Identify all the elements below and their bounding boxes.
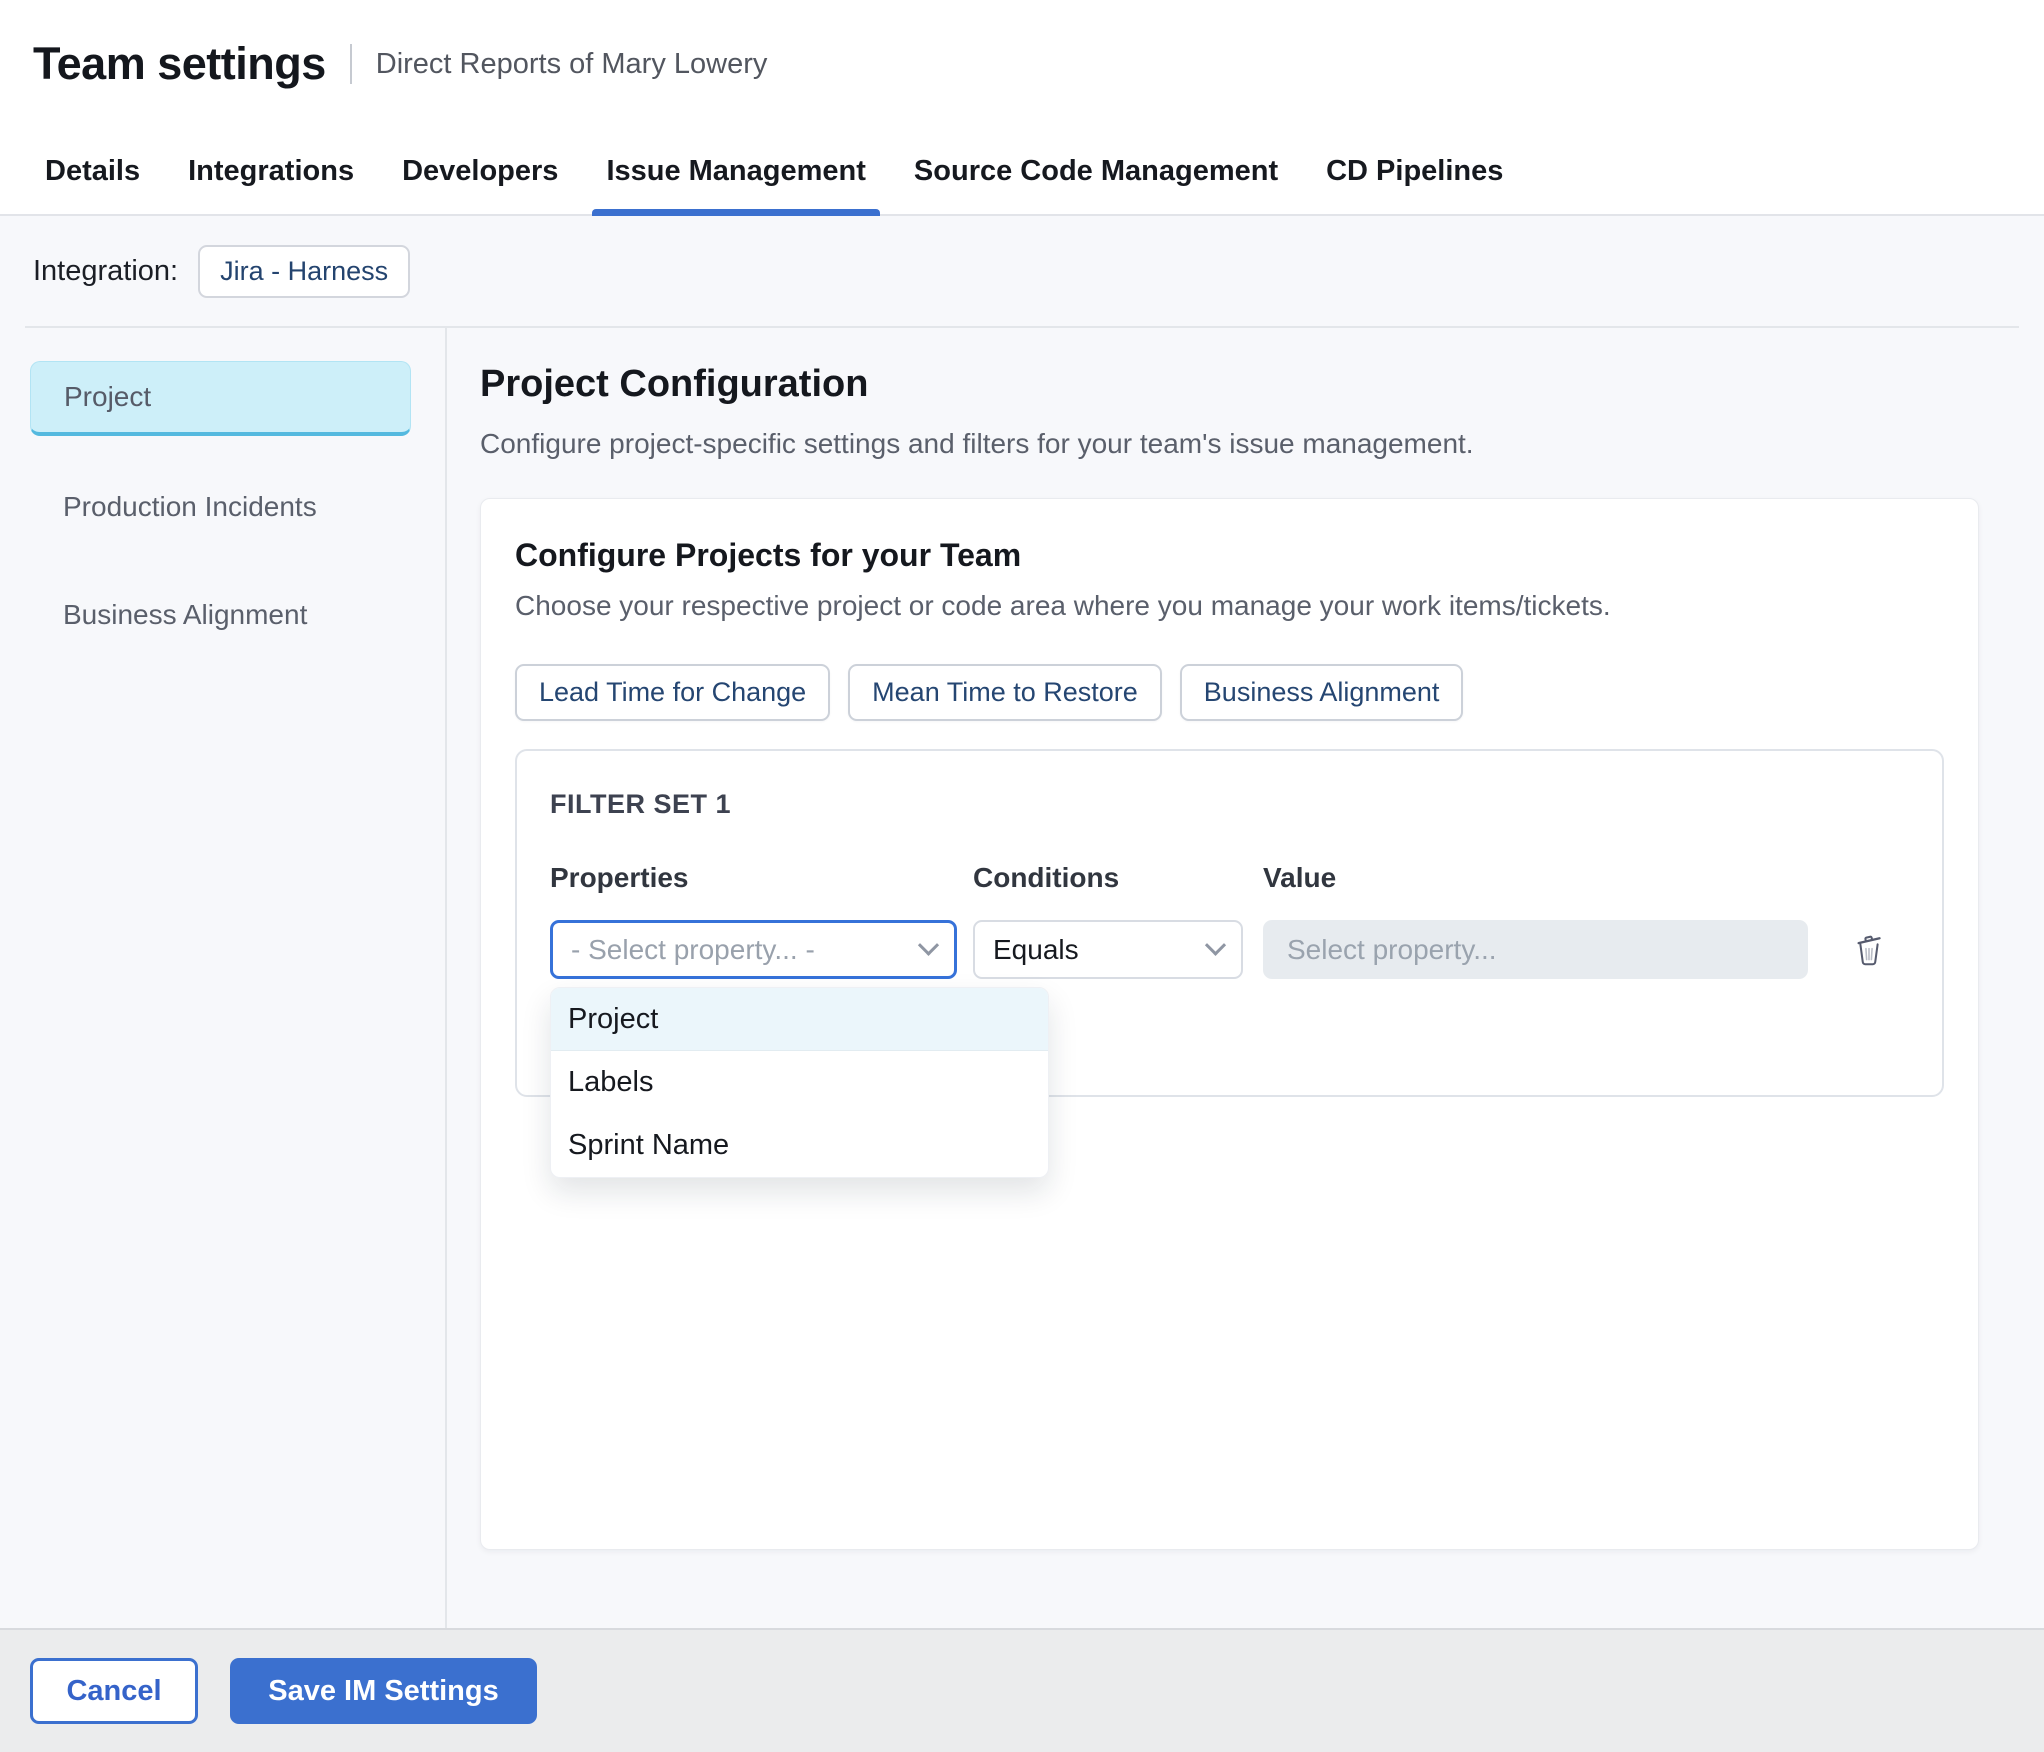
tab-developers[interactable]: Developers: [402, 128, 558, 214]
dropdown-option-labels[interactable]: Labels: [551, 1051, 1048, 1114]
integration-chip[interactable]: Jira - Harness: [198, 244, 411, 298]
value-input[interactable]: [1263, 920, 1808, 979]
footer-action-bar: Cancel Save IM Settings: [0, 1628, 2044, 1752]
tab-issue-management[interactable]: Issue Management: [592, 128, 881, 216]
filter-column-headers: Properties Conditions Value: [550, 862, 1909, 894]
page-subtitle: Direct Reports of Mary Lowery: [375, 47, 768, 80]
title-separator: [349, 44, 352, 84]
cancel-button[interactable]: Cancel: [30, 1658, 198, 1724]
chevron-down-icon: [917, 934, 940, 956]
condition-select-value: Equals: [993, 933, 1079, 965]
card-title: Configure Projects for your Team: [515, 537, 1022, 573]
filter-set-title: FILTER SET 1: [550, 789, 732, 819]
chip-business-alignment[interactable]: Business Alignment: [1179, 664, 1464, 721]
integration-row: Integration: Jira - Harness: [0, 216, 2044, 326]
section-description: Configure project-specific settings and …: [480, 428, 1474, 459]
tab-bar: Details Integrations Developers Issue Ma…: [0, 128, 2044, 216]
conditions-column-header: Conditions: [973, 862, 1120, 893]
tab-cd-pipelines[interactable]: CD Pipelines: [1326, 128, 1503, 214]
condition-select[interactable]: Equals: [973, 920, 1243, 979]
tab-source-code-management[interactable]: Source Code Management: [914, 128, 1278, 214]
dropdown-option-sprint-name[interactable]: Sprint Name: [551, 1114, 1048, 1177]
tab-details[interactable]: Details: [45, 128, 140, 214]
chevron-down-icon: [1204, 934, 1227, 956]
properties-column-header: Properties: [550, 862, 689, 893]
content-panel: Project Configuration Configure project-…: [447, 328, 2044, 1628]
save-im-settings-button[interactable]: Save IM Settings: [230, 1658, 537, 1724]
main-area: Project Production Incidents Business Al…: [0, 328, 2044, 1628]
card-description: Choose your respective project or code a…: [515, 590, 1611, 621]
metric-chip-row: Lead Time for Change Mean Time to Restor…: [515, 664, 1944, 721]
property-select[interactable]: - Select property... - Project Labels Sp…: [550, 920, 1049, 1178]
delete-filter-button[interactable]: [1854, 933, 1884, 967]
dropdown-option-project[interactable]: Project: [551, 988, 1048, 1051]
filter-set-card: FILTER SET 1 Properties Conditions Value…: [515, 749, 1944, 1178]
integration-label: Integration:: [33, 254, 179, 287]
property-select-placeholder: - Select property... -: [571, 933, 815, 965]
section-title: Project Configuration: [480, 363, 869, 405]
sidebar-item-project[interactable]: Project: [30, 361, 411, 436]
page-header: Team settings Direct Reports of Mary Low…: [0, 0, 2044, 128]
tab-integrations[interactable]: Integrations: [188, 128, 354, 214]
trash-icon: [1857, 935, 1881, 965]
sidebar-item-business-alignment[interactable]: Business Alignment: [30, 577, 411, 652]
chip-mean-time-to-restore[interactable]: Mean Time to Restore: [848, 664, 1162, 721]
configure-projects-card: Configure Projects for your Team Choose …: [480, 498, 1979, 1550]
settings-sidebar: Project Production Incidents Business Al…: [0, 328, 447, 1628]
property-dropdown: Project Labels Sprint Name: [550, 987, 1049, 1178]
value-column-header: Value: [1263, 862, 1337, 893]
page-title: Team settings: [33, 38, 326, 89]
sidebar-item-production-incidents[interactable]: Production Incidents: [30, 469, 411, 544]
chip-lead-time-for-change[interactable]: Lead Time for Change: [515, 664, 831, 721]
filter-controls-row: - Select property... - Project Labels Sp…: [550, 920, 1909, 1178]
